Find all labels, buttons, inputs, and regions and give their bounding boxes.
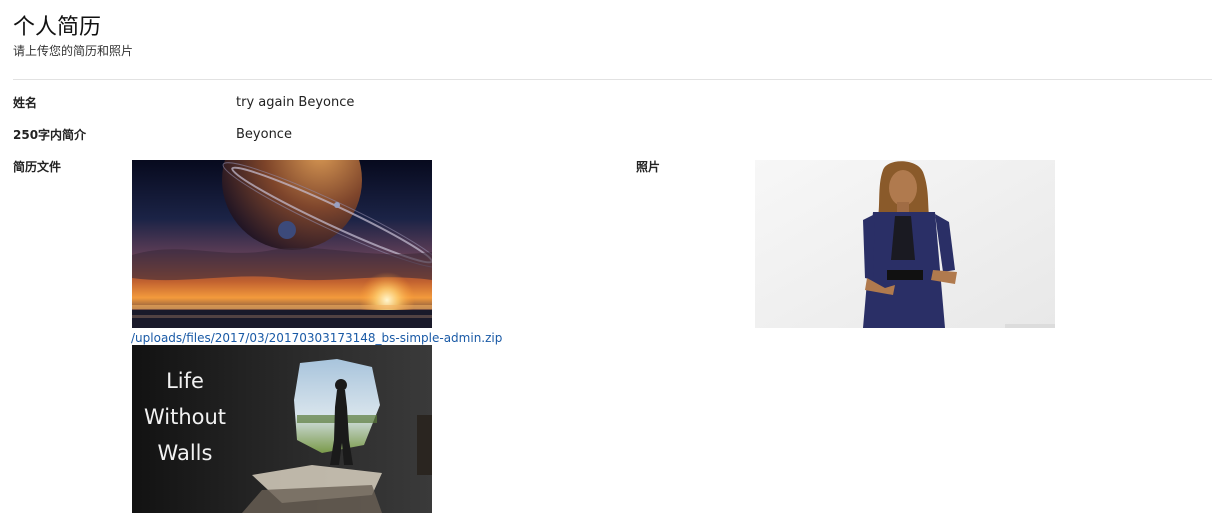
name-label: 姓名 [13,96,38,110]
page-title: 个人简历 [13,15,102,40]
page-subtitle: 请上传您的简历和照片 [13,44,134,58]
resume-file-link[interactable]: /uploads/files/2017/03/20170303173148_bs… [131,330,502,346]
intro-value: Beyonce [236,127,292,142]
photo-label: 照片 [636,160,661,174]
name-value: try again Beyonce [236,95,355,110]
poster-text-line-3: Walls [157,441,213,465]
resume-file-label: 简历文件 [13,160,62,174]
poster-text-line-1: Life [166,369,204,393]
portrait-photo [755,160,1055,328]
poster-text-line-2: Without [143,405,227,429]
planet-sunset-image [132,160,432,328]
life-without-walls-image: Life Without Walls [132,345,432,513]
header-divider [13,79,1212,80]
intro-label: 250字内简介 [13,128,87,142]
